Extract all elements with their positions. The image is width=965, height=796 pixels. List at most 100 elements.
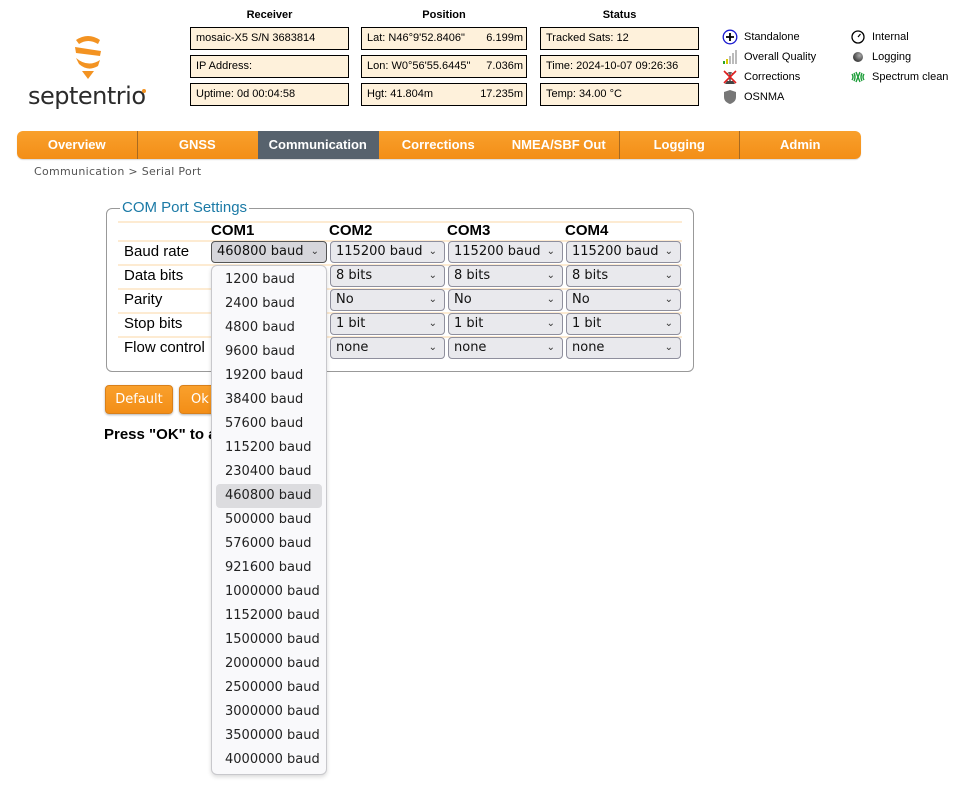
com3-databits-select[interactable]: 8 bits ⌄	[448, 265, 563, 287]
status-temp: Temp: 34.00 °C	[540, 83, 699, 106]
chevron-down-icon: ⌄	[546, 246, 555, 257]
baud-dropdown-list[interactable]: 1200 baud 2400 baud 4800 baud 9600 baud …	[211, 265, 327, 775]
indicator-label: Standalone	[744, 31, 800, 43]
receiver-ip: IP Address:	[190, 55, 349, 78]
logo-text: septentrio	[28, 82, 146, 110]
select-value: 8 bits	[454, 268, 491, 283]
indicator-standalone[interactable]: Standalone	[722, 29, 800, 45]
dropdown-option[interactable]: 1152000 baud	[216, 604, 322, 628]
position-lon: Lon: W0°56'55.6445" 7.036m	[361, 55, 527, 78]
indicator-quality[interactable]: Overall Quality	[722, 49, 816, 65]
default-button[interactable]: Default	[105, 385, 173, 414]
logo-dot	[142, 89, 146, 93]
select-value: 8 bits	[572, 268, 609, 283]
dropdown-option[interactable]: 2400 baud	[216, 292, 322, 316]
dropdown-option[interactable]: 921600 baud	[216, 556, 322, 580]
com3-stopbits-select[interactable]: 1 bit ⌄	[448, 313, 563, 335]
spectrum-icon	[850, 69, 866, 85]
com2-stopbits-select[interactable]: 1 bit ⌄	[330, 313, 445, 335]
dropdown-option[interactable]: 230400 baud	[216, 460, 322, 484]
chevron-down-icon: ⌄	[546, 294, 555, 305]
receiver-title: Receiver	[246, 9, 293, 21]
nav-corrections[interactable]: Corrections	[379, 131, 500, 159]
nav-nmea-sbf-out[interactable]: NMEA/SBF Out	[499, 131, 620, 159]
dropdown-option[interactable]: 57600 baud	[216, 412, 322, 436]
position-hgt: Hgt: 41.804m 17.235m	[361, 83, 527, 106]
com1-baud-select[interactable]: 460800 baud ⌄	[211, 241, 327, 263]
dropdown-option[interactable]: 38400 baud	[216, 388, 322, 412]
chevron-down-icon: ⌄	[664, 246, 673, 257]
com2-databits-select[interactable]: 8 bits ⌄	[330, 265, 445, 287]
status-title: Status	[602, 9, 637, 21]
chevron-down-icon: ⌄	[428, 342, 437, 353]
select-value: 460800 baud	[217, 244, 304, 259]
chevron-down-icon: ⌄	[428, 270, 437, 281]
select-value: 115200 baud	[336, 244, 423, 259]
chevron-down-icon: ⌄	[664, 270, 673, 281]
dropdown-option[interactable]: 1500000 baud	[216, 628, 322, 652]
dropdown-option-selected[interactable]: 460800 baud	[216, 484, 322, 508]
indicator-spectrum[interactable]: Spectrum clean	[850, 69, 948, 85]
indicator-label: Logging	[872, 51, 912, 63]
nav-overview[interactable]: Overview	[17, 131, 138, 159]
com2-baud-select[interactable]: 115200 baud ⌄	[330, 241, 445, 263]
dropdown-option[interactable]: 1000000 baud	[216, 580, 322, 604]
chevron-down-icon: ⌄	[428, 318, 437, 329]
select-value: none	[336, 340, 369, 355]
select-value: No	[572, 292, 590, 307]
logging-icon	[850, 49, 866, 65]
com4-stopbits-select[interactable]: 1 bit ⌄	[566, 313, 681, 335]
dropdown-option[interactable]: 115200 baud	[216, 436, 322, 460]
col-header-com3: COM3	[447, 222, 491, 239]
lon-value: Lon: W0°56'55.6445"	[367, 60, 471, 72]
select-value: 8 bits	[336, 268, 373, 283]
com4-parity-select[interactable]: No ⌄	[566, 289, 681, 311]
clock-icon	[850, 29, 866, 45]
septentrio-logo[interactable]: septentrio	[28, 34, 150, 114]
dropdown-option[interactable]: 500000 baud	[216, 508, 322, 532]
dropdown-option[interactable]: 9600 baud	[216, 340, 322, 364]
select-value: No	[336, 292, 354, 307]
com3-parity-select[interactable]: No ⌄	[448, 289, 563, 311]
com3-flow-select[interactable]: none ⌄	[448, 337, 563, 359]
indicator-corrections[interactable]: Corrections	[722, 69, 800, 85]
com4-databits-select[interactable]: 8 bits ⌄	[566, 265, 681, 287]
dropdown-option[interactable]: 1200 baud	[216, 268, 322, 292]
dropdown-option[interactable]: 3000000 baud	[216, 700, 322, 724]
nav-admin[interactable]: Admin	[740, 131, 861, 159]
indicator-osnma[interactable]: OSNMA	[722, 89, 784, 105]
dropdown-option[interactable]: 19200 baud	[216, 364, 322, 388]
position-title: Position	[422, 9, 466, 21]
dropdown-option[interactable]: 576000 baud	[216, 532, 322, 556]
com3-baud-select[interactable]: 115200 baud ⌄	[448, 241, 563, 263]
chevron-down-icon: ⌄	[428, 294, 437, 305]
dropdown-option[interactable]: 4000000 baud	[216, 748, 322, 772]
nav-gnss[interactable]: GNSS	[138, 131, 259, 159]
label-baud-rate: Baud rate	[124, 243, 190, 260]
status-time: Time: 2024-10-07 09:26:36	[540, 55, 699, 78]
label-stop-bits: Stop bits	[124, 315, 183, 332]
indicator-internal[interactable]: Internal	[850, 29, 909, 45]
signal-quality-icon	[722, 49, 738, 65]
dropdown-option[interactable]: 4800 baud	[216, 316, 322, 340]
logo-mark-icon	[75, 36, 101, 79]
fieldset-legend: COM Port Settings	[120, 199, 250, 216]
lat-value: Lat: N46°9'52.8406"	[367, 32, 465, 44]
nav-communication[interactable]: Communication	[258, 131, 379, 159]
hgt-accuracy: 17.235m	[480, 88, 523, 100]
dropdown-option[interactable]: 2500000 baud	[216, 676, 322, 700]
com4-baud-select[interactable]: 115200 baud ⌄	[566, 241, 681, 263]
status-sats: Tracked Sats: 12	[540, 27, 699, 50]
indicator-label: Corrections	[744, 71, 801, 83]
hgt-value: Hgt: 41.804m	[367, 88, 434, 100]
dropdown-option[interactable]: 2000000 baud	[216, 652, 322, 676]
chevron-down-icon: ⌄	[546, 270, 555, 281]
indicator-logging[interactable]: Logging	[850, 49, 911, 65]
com2-parity-select[interactable]: No ⌄	[330, 289, 445, 311]
com4-flow-select[interactable]: none ⌄	[566, 337, 681, 359]
dropdown-option[interactable]: 3500000 baud	[216, 724, 322, 748]
nav-logging[interactable]: Logging	[620, 131, 740, 159]
indicator-label: Internal	[872, 31, 909, 43]
standalone-icon	[722, 29, 738, 45]
com2-flow-select[interactable]: none ⌄	[330, 337, 445, 359]
